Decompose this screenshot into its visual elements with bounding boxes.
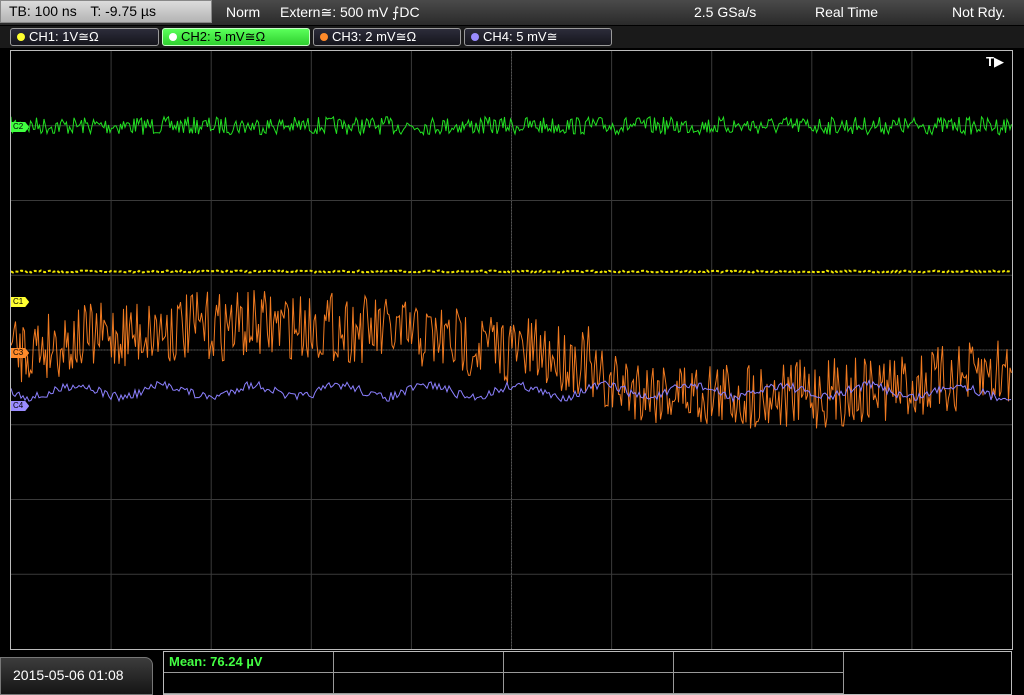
trigger-position-marker: T▶ (986, 54, 1004, 69)
datetime-display: 2015-05-06 01:08 (0, 657, 153, 695)
channel-1-label: CH1: 1V≅Ω (29, 29, 99, 44)
graticule (11, 51, 1012, 649)
top-status-bar: TB: 100 ns T: -9.75 µs Norm Extern≅: 500… (0, 0, 1024, 25)
channel-2-button[interactable]: CH2: 5 mV≅Ω (162, 28, 310, 46)
measurement-slot-4[interactable] (674, 652, 844, 673)
trigger-mode[interactable]: Norm (226, 0, 260, 25)
acquisition-mode[interactable]: Real Time (815, 0, 878, 25)
measurement-slot-7[interactable] (504, 673, 674, 694)
channel-3-button[interactable]: CH3: 2 mV≅Ω (313, 28, 461, 46)
channel-3-color-dot (320, 33, 328, 41)
sample-rate[interactable]: 2.5 GSa/s (694, 0, 756, 25)
channel-4-label: CH4: 5 mV≅ (483, 29, 558, 44)
channel-3-label: CH3: 2 mV≅Ω (332, 29, 417, 44)
measurement-mean[interactable]: Mean: 76.24 µV (164, 652, 334, 673)
channel-2-color-dot (169, 33, 177, 41)
channel-1-button[interactable]: CH1: 1V≅Ω (10, 28, 159, 46)
measurement-table[interactable]: Mean: 76.24 µV (163, 651, 1012, 695)
measurement-slot-5[interactable] (164, 673, 334, 694)
channel-1-color-dot (17, 33, 25, 41)
channel-4-color-dot (471, 33, 479, 41)
channel-2-label: CH2: 5 mV≅Ω (181, 29, 266, 44)
timebase-box[interactable]: TB: 100 ns T: -9.75 µs (0, 0, 212, 23)
measurement-slot-2[interactable] (334, 652, 504, 673)
trigger-source[interactable]: Extern≅: 500 mV ⨍DC (280, 0, 420, 25)
timebase-value: TB: 100 ns (9, 3, 77, 19)
waveform-canvas (11, 51, 1012, 649)
measurement-slot-6[interactable] (334, 673, 504, 694)
waveform-display[interactable]: T▶ C2 C1 C3 C4 (10, 50, 1013, 650)
measurement-slot-8[interactable] (674, 673, 844, 694)
trigger-status: Not Rdy. (952, 4, 1006, 20)
trigger-time-value: T: -9.75 µs (90, 3, 156, 19)
channel-bar: CH1: 1V≅Ω CH2: 5 mV≅Ω CH3: 2 mV≅Ω CH4: 5… (0, 26, 1024, 48)
channel-4-button[interactable]: CH4: 5 mV≅ (464, 28, 612, 46)
measurement-slot-3[interactable] (504, 652, 674, 673)
bottom-bar: 2015-05-06 01:08 Mean: 76.24 µV (0, 651, 1024, 695)
